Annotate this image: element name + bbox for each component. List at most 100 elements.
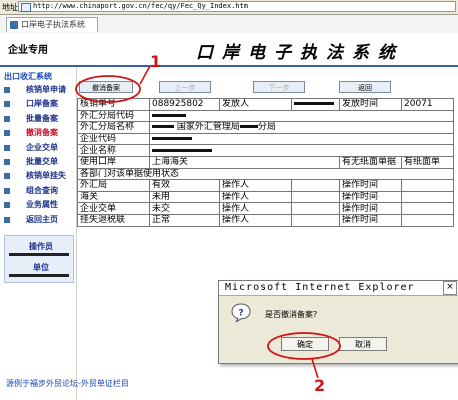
table-row: 各部门对该单据使用状态: [77, 167, 454, 181]
dept-cell: 挂失退税联: [77, 213, 150, 227]
table-row: 使用口岸 上海海关 有无纸面单据 有纸面单: [77, 155, 454, 169]
footer-text: 源例于福步外贸论坛-外贸单证栏目: [6, 379, 129, 388]
redaction-mark: [152, 125, 174, 129]
value-cell: [291, 202, 340, 215]
table-row: 外汇分局代码: [77, 109, 454, 123]
sidebar: 出口收汇系统 核销单申请 口岸备案 批量备案 撤消备案 企业交单 批量交单 核销…: [0, 67, 77, 400]
table-row: 企业代码: [77, 132, 454, 146]
label-cell: 操作时间: [339, 213, 402, 227]
label-cell: 使用口岸: [77, 155, 150, 169]
bullet-icon: [4, 202, 10, 209]
redaction-mark: [152, 148, 212, 152]
sidebar-item-business-attr[interactable]: 业务属性: [0, 198, 76, 212]
value-cell: 20071: [401, 98, 454, 111]
close-icon[interactable]: ×: [443, 281, 457, 295]
status-cell: 未交: [149, 202, 220, 215]
dialog-title: Microsoft Internet Explorer: [225, 282, 415, 293]
bullet-icon: [4, 158, 10, 165]
redaction-mark: [239, 125, 258, 129]
sidebar-item-batch-submit[interactable]: 批量交单: [0, 155, 76, 169]
label-cell: 操作时间: [339, 179, 402, 192]
label-cell: 操作时间: [339, 190, 402, 204]
sidebar-item-submit-docs[interactable]: 企业交单: [0, 141, 76, 155]
toolbar: 撤消备案 上一步 下一步 返回: [77, 67, 458, 95]
bureau-suffix: 分局: [257, 122, 276, 133]
dept-cell: 外汇局: [77, 179, 150, 192]
bureau-name: 国家外汇管理局: [176, 122, 240, 133]
bullet-icon: [4, 101, 10, 108]
sidebar-item-label: 核销单申请: [26, 85, 66, 94]
table-row: 核销单号 088925802 发放人 发放时间 20071: [77, 98, 454, 111]
redaction-mark: [152, 113, 186, 117]
value-cell: [291, 190, 340, 204]
value-cell: 088925802: [149, 98, 220, 111]
label-cell: 核销单号: [77, 98, 150, 111]
label-cell: 发放时间: [339, 98, 402, 111]
url-field[interactable]: http://www.chinaport.gov.cn/fec/qy/Fec_Q…: [18, 1, 456, 12]
label-cell: 外汇分局代码: [77, 109, 150, 123]
sidebar-item-home[interactable]: 返回主页: [0, 213, 76, 227]
value-cell: [149, 109, 454, 123]
bullet-icon: [4, 115, 10, 122]
page-header: 企业专用 口岸电子执法系统: [0, 33, 458, 67]
operator-box: 操作员 单位: [4, 235, 74, 283]
value-cell: [401, 202, 454, 215]
sidebar-item-label: 撤消备案: [26, 128, 58, 138]
value-cell: [401, 179, 454, 192]
prev-button[interactable]: 上一步: [159, 81, 211, 93]
back-button[interactable]: 返回: [339, 81, 391, 93]
dialog-message: 是否撤消备案?: [265, 310, 318, 319]
sidebar-item-report-loss[interactable]: 核销单挂失: [0, 169, 76, 183]
table-row: 企业交单 未交 操作人 操作时间: [77, 202, 454, 215]
operator-label: 操作员: [29, 242, 53, 251]
tab-title: 口岸电子执法系统: [21, 20, 85, 29]
sidebar-item-cancel-record[interactable]: 撤消备案: [0, 126, 76, 140]
label-cell: 企业名称: [77, 144, 150, 157]
page-icon: [21, 3, 31, 12]
sidebar-item-label: 返回主页: [26, 214, 58, 224]
sidebar-item-label: 企业交单: [26, 142, 58, 152]
next-button[interactable]: 下一步: [253, 81, 305, 93]
sidebar-item-combined-query[interactable]: 组合查询: [0, 184, 76, 198]
dept-cell: 海关: [77, 190, 150, 204]
annotation-number-2: 2: [314, 376, 326, 395]
bullet-icon: [4, 216, 10, 223]
label-cell: 操作人: [219, 190, 292, 204]
bullet-icon: [4, 187, 10, 194]
page-icon: [10, 21, 18, 29]
value-cell: [401, 190, 454, 204]
sidebar-section-title: 出口收汇系统: [4, 72, 52, 81]
sidebar-item-verification-apply[interactable]: 核销单申请: [0, 83, 76, 97]
cancel-record-button[interactable]: 撤消备案: [79, 81, 133, 93]
question-icon: ?: [231, 303, 251, 323]
record-info-table: 核销单号 088925802 发放人 发放时间 20071 外汇分局代码 外汇分…: [77, 98, 454, 227]
bullet-icon: [4, 87, 10, 93]
tab-bar: 口岸电子执法系统: [0, 15, 458, 34]
annotation-number-1: 1: [150, 52, 162, 71]
status-cell: 未用: [149, 190, 220, 204]
redaction-mark: [294, 102, 334, 106]
table-row: 海关 未用 操作人 操作时间: [77, 190, 454, 204]
value-cell: [401, 213, 454, 227]
address-label: 地址: [2, 3, 18, 12]
confirm-dialog: Microsoft Internet Explorer × ? 是否撤消备案? …: [218, 280, 458, 364]
value-cell: [149, 144, 454, 157]
sidebar-menu: 核销单申请 口岸备案 批量备案 撤消备案 企业交单 批量交单 核销单挂失 组合查…: [0, 83, 76, 227]
sidebar-item-batch-record[interactable]: 批量备案: [0, 112, 76, 126]
value-cell: [291, 213, 340, 227]
value-cell: [149, 132, 454, 146]
table-row: 外汇分局名称 国家外汇管理局 分局: [77, 121, 454, 134]
sidebar-item-port-record[interactable]: 口岸备案: [0, 97, 76, 111]
browser-tab[interactable]: 口岸电子执法系统: [6, 17, 98, 32]
label-cell: 企业代码: [77, 132, 150, 146]
system-title: 口岸电子执法系统: [196, 43, 404, 63]
dialog-titlebar: Microsoft Internet Explorer ×: [219, 281, 458, 296]
sidebar-item-label: 核销单挂失: [26, 171, 66, 181]
value-cell: 上海海关: [149, 155, 340, 169]
bullet-icon: [4, 130, 10, 137]
status-cell: 有效: [149, 179, 220, 192]
cancel-button[interactable]: 取消: [339, 337, 387, 351]
ok-button[interactable]: 确定: [281, 337, 329, 351]
label-cell: 外汇分局名称: [77, 121, 150, 134]
bullet-icon: [4, 173, 10, 180]
